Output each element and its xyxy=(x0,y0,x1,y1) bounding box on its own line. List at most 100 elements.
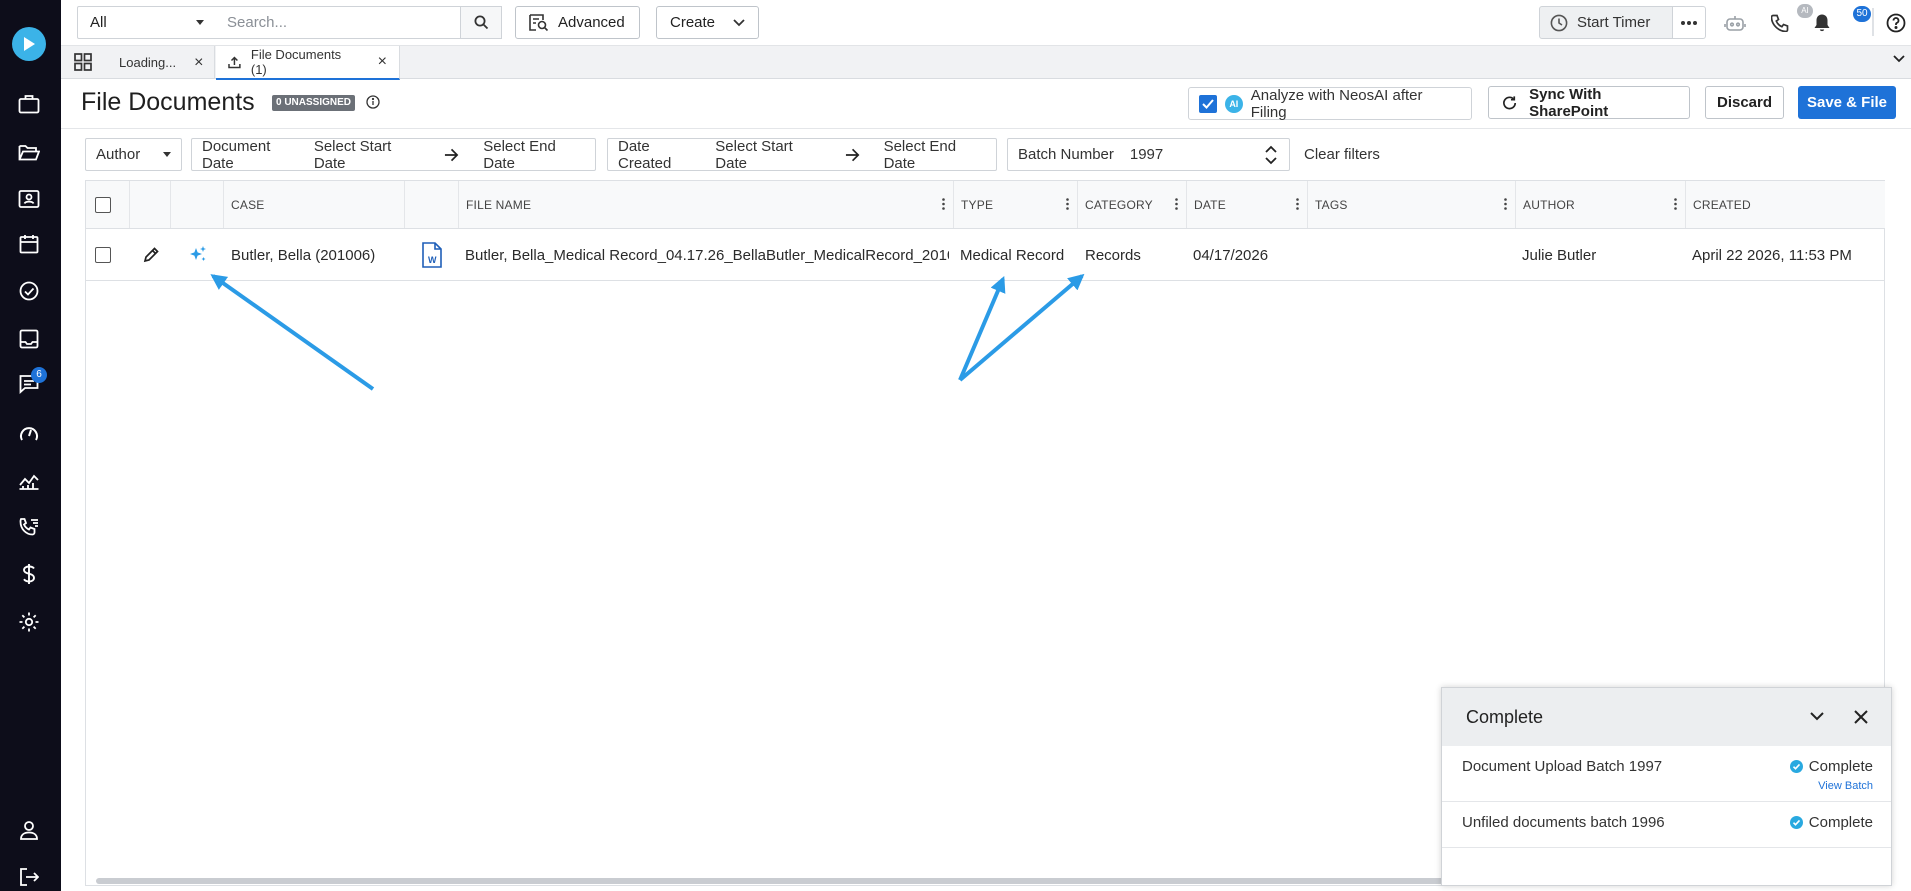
dashboard-gauge-icon[interactable] xyxy=(16,420,42,446)
type-cell[interactable]: Medical Record xyxy=(960,229,1075,281)
column-header-created[interactable]: CREATED xyxy=(1686,181,1885,228)
tags-cell[interactable] xyxy=(1314,229,1514,281)
column-menu-icon[interactable] xyxy=(1674,198,1677,210)
author-filter-label: Author xyxy=(96,146,141,163)
arrow-right-icon xyxy=(445,148,459,161)
column-menu-icon[interactable] xyxy=(1504,198,1507,210)
app-logo[interactable] xyxy=(12,27,46,61)
timer-more-button[interactable] xyxy=(1672,6,1706,39)
tab-loading[interactable]: Loading... × xyxy=(107,46,215,79)
column-menu-icon[interactable] xyxy=(942,198,945,210)
column-header-type-label: TYPE xyxy=(961,197,994,212)
word-document-icon[interactable]: W xyxy=(419,229,445,281)
user-profile-icon[interactable] xyxy=(16,817,42,843)
table-row[interactable]: Butler, Bella (201006) W Butler, Bella_M… xyxy=(86,229,1885,281)
check-circle-icon xyxy=(1789,760,1803,773)
checkbox-checked-icon[interactable] xyxy=(1199,94,1217,113)
column-header-case[interactable]: CASE xyxy=(224,181,405,228)
panel-item: Unfiled documents batch 1996 Complete xyxy=(1442,802,1891,848)
search-button[interactable] xyxy=(460,6,502,39)
info-icon[interactable] xyxy=(366,95,380,109)
author-cell[interactable]: Julie Butler xyxy=(1522,229,1682,281)
file-name-cell[interactable]: Butler, Bella_Medical Record_04.17.26_Be… xyxy=(465,229,949,281)
sync-label: Sync With SharePoint xyxy=(1529,85,1609,120)
tab-loading-label: Loading... xyxy=(119,55,177,70)
billing-dollar-icon[interactable] xyxy=(16,561,42,587)
tab-file-documents[interactable]: File Documents (1) × xyxy=(216,46,400,80)
clock-icon xyxy=(1550,14,1568,31)
batch-status-label: Complete xyxy=(1808,814,1873,831)
inbox-icon[interactable] xyxy=(16,326,42,352)
tab-overflow-chevron-icon[interactable] xyxy=(1893,55,1905,63)
column-header-date[interactable]: DATE xyxy=(1187,181,1308,228)
global-search-input[interactable] xyxy=(216,6,461,39)
batch-status: Complete xyxy=(1789,758,1873,775)
search-scope-select[interactable]: All xyxy=(77,6,217,39)
batch-number-label: Batch Number xyxy=(1018,146,1114,163)
ai-sparkle-icon[interactable] xyxy=(178,229,218,281)
batch-number-value[interactable]: 1997 xyxy=(1130,146,1163,163)
help-icon[interactable] xyxy=(1883,10,1909,36)
file-icon-column-header xyxy=(405,181,459,228)
start-timer-button[interactable]: Start Timer xyxy=(1539,6,1673,39)
phone-icon[interactable] xyxy=(1767,10,1793,36)
case-cell[interactable]: Butler, Bella (201006) xyxy=(231,229,401,281)
create-label: Create xyxy=(670,14,716,31)
column-header-file-name[interactable]: FILE NAME xyxy=(459,181,954,228)
column-menu-icon[interactable] xyxy=(1175,198,1178,210)
sync-sharepoint-button[interactable]: Sync With SharePoint xyxy=(1488,85,1690,120)
close-tab-icon[interactable]: × xyxy=(378,53,387,71)
discard-button[interactable]: Discard xyxy=(1705,86,1784,119)
select-all-checkbox[interactable] xyxy=(95,196,111,213)
logout-icon[interactable] xyxy=(16,864,42,890)
contacts-icon[interactable] xyxy=(16,186,42,212)
search-scope-value: All xyxy=(90,14,107,31)
edit-pencil-icon[interactable] xyxy=(133,229,169,281)
folder-open-icon[interactable] xyxy=(16,139,42,165)
close-icon[interactable] xyxy=(1854,710,1868,724)
reports-chart-icon[interactable] xyxy=(16,468,42,494)
settings-gear-icon[interactable] xyxy=(16,609,42,635)
document-end-date-input[interactable]: Select End Date xyxy=(483,138,585,172)
column-header-type[interactable]: TYPE xyxy=(954,181,1078,228)
clear-filters-link[interactable]: Clear filters xyxy=(1304,146,1380,163)
document-date-label: Document Date xyxy=(202,137,271,172)
dashboard-grid-icon[interactable] xyxy=(74,53,92,71)
column-header-category[interactable]: CATEGORY xyxy=(1078,181,1187,228)
document-date-range-filter[interactable]: Document Date Select Start Date Select E… xyxy=(191,137,596,172)
column-header-date-label: DATE xyxy=(1194,197,1226,212)
view-batch-link[interactable]: View Batch xyxy=(1818,780,1873,792)
analyze-with-ai-checkbox[interactable]: AI Analyze with NeosAI after Filing xyxy=(1188,87,1472,121)
close-tab-icon[interactable]: × xyxy=(194,54,203,72)
category-cell[interactable]: Records xyxy=(1085,229,1185,281)
calendar-icon[interactable] xyxy=(16,231,42,257)
date-created-range-filter[interactable]: Date Created Select Start Date Select En… xyxy=(607,137,997,172)
document-start-date-input[interactable]: Select Start Date xyxy=(314,138,420,172)
column-header-author[interactable]: AUTHOR xyxy=(1516,181,1686,228)
created-end-date-input[interactable]: Select End Date xyxy=(884,138,986,172)
notifications-bell-icon[interactable] xyxy=(1809,10,1835,36)
batch-number-filter[interactable]: Batch Number 1997 xyxy=(1007,138,1290,171)
stepper-arrows-icon[interactable] xyxy=(1265,144,1277,166)
row-checkbox[interactable] xyxy=(95,247,111,263)
ai-assistant-robot-icon[interactable] xyxy=(1722,10,1748,36)
collapse-chevron-icon[interactable] xyxy=(1810,712,1824,721)
date-created-label: Date Created xyxy=(618,137,672,172)
arrow-right-icon xyxy=(846,148,860,161)
upload-icon xyxy=(228,55,241,68)
advanced-label: Advanced xyxy=(558,14,625,31)
column-menu-icon[interactable] xyxy=(1296,198,1299,210)
task-check-icon[interactable] xyxy=(16,278,42,304)
column-header-case-label: CASE xyxy=(231,197,265,212)
column-menu-icon[interactable] xyxy=(1066,198,1069,210)
created-start-date-input[interactable]: Select Start Date xyxy=(715,138,822,172)
briefcase-icon[interactable] xyxy=(16,91,42,117)
ai-logo-icon: AI xyxy=(1224,94,1243,113)
author-filter-select[interactable]: Author xyxy=(85,138,182,171)
column-header-tags[interactable]: TAGS xyxy=(1308,181,1516,228)
save-and-file-button[interactable]: Save & File xyxy=(1798,86,1896,119)
phone-list-icon[interactable] xyxy=(16,514,42,540)
create-dropdown-button[interactable]: Create xyxy=(656,6,759,39)
date-cell[interactable]: 04/17/2026 xyxy=(1193,229,1303,281)
advanced-search-button[interactable]: Advanced xyxy=(515,6,640,39)
